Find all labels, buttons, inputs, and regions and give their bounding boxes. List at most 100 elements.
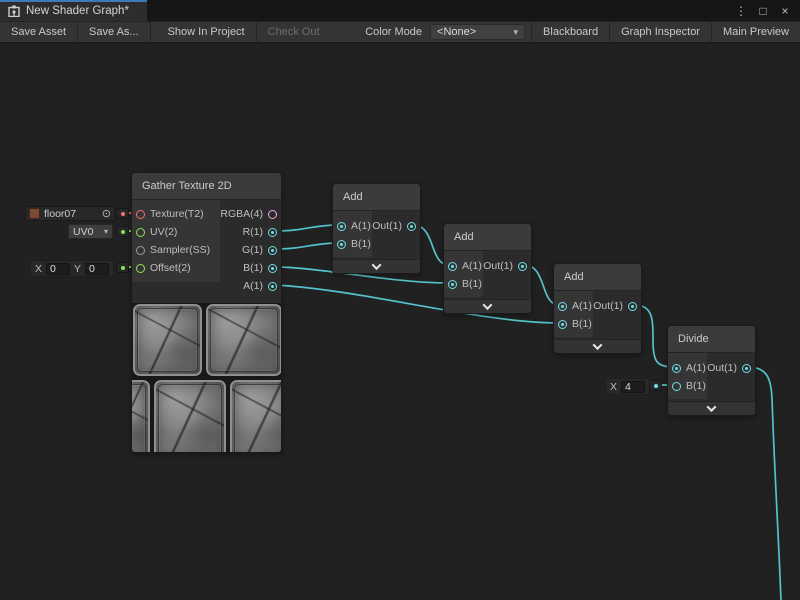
texture-preview	[132, 303, 281, 452]
show-in-project-button[interactable]: Show In Project	[157, 22, 256, 42]
uv-channel-dropdown[interactable]: UV0 ▾	[68, 224, 113, 239]
port-add2-b-in[interactable]	[448, 280, 457, 289]
port-divide-b-in[interactable]	[672, 382, 681, 391]
port-uv-in[interactable]	[136, 228, 145, 237]
port-label: G(1)	[242, 244, 263, 256]
add1-input-panel: A(1) B(1)	[333, 211, 372, 257]
active-tab-accent	[0, 0, 147, 2]
node-title[interactable]: Add	[554, 264, 641, 291]
port-label: A(1)	[572, 300, 592, 312]
tab-bar: New Shader Graph* ⋮ □ ×	[0, 0, 800, 21]
node-add-3[interactable]: Add A(1) B(1) Out(1)	[553, 263, 642, 354]
port-divide-a-in[interactable]	[672, 364, 681, 373]
port-add3-b-in[interactable]	[558, 320, 567, 329]
shader-graph-window: New Shader Graph* ⋮ □ × Save Asset Save …	[0, 0, 800, 600]
port-label: RGBA(4)	[220, 208, 263, 220]
port-label: Out(1)	[707, 362, 737, 374]
port-label: A(1)	[351, 220, 371, 232]
divide-b-x-label: X	[610, 381, 617, 393]
port-label: Out(1)	[483, 260, 513, 272]
port-add1-a-in[interactable]	[337, 222, 346, 231]
wire-g-to-add1-b[interactable]	[274, 243, 338, 249]
port-label: A(1)	[462, 260, 482, 272]
port-label: Sampler(SS)	[150, 244, 210, 256]
port-texture-in[interactable]	[136, 210, 145, 219]
dropdown-caret-icon: ▾	[104, 227, 108, 236]
graph-inspector-toggle-button[interactable]: Graph Inspector	[610, 22, 711, 42]
texture-thumbnail	[29, 208, 40, 219]
port-add1-b-in[interactable]	[337, 240, 346, 249]
port-sampler-in[interactable]	[136, 246, 145, 255]
texture-port-stub[interactable]	[116, 208, 129, 219]
node-collapse-toggle[interactable]	[444, 299, 531, 313]
node-divide[interactable]: Divide A(1) B(1) Out(1)	[667, 325, 756, 416]
port-add3-a-in[interactable]	[558, 302, 567, 311]
window-controls: ⋮ □ ×	[732, 0, 800, 21]
port-label: R(1)	[243, 226, 263, 238]
node-title[interactable]: Add	[333, 184, 420, 211]
port-add2-out[interactable]	[518, 262, 527, 271]
toolbar-spacer	[331, 22, 348, 42]
divide-b-input[interactable]: 4	[621, 381, 645, 393]
node-collapse-toggle[interactable]	[333, 259, 420, 273]
divide-input-panel: A(1) B(1)	[668, 353, 707, 399]
chevron-down-icon	[372, 260, 382, 270]
wire-r-to-add1-a[interactable]	[274, 225, 338, 231]
node-collapse-toggle[interactable]	[554, 339, 641, 353]
divide-b-value-field: X 4	[605, 378, 650, 395]
port-b-out[interactable]	[268, 264, 277, 273]
port-label: B(1)	[462, 278, 482, 290]
port-add1-out[interactable]	[407, 222, 416, 231]
chevron-down-icon	[483, 300, 493, 310]
shader-graph-icon	[8, 5, 20, 17]
save-as-button[interactable]: Save As...	[78, 22, 150, 42]
port-rgba-out[interactable]	[268, 210, 277, 219]
menu-icon[interactable]: ⋮	[732, 4, 750, 18]
node-gather-texture-2d[interactable]: Gather Texture 2D Texture(T2) UV(2) Samp…	[131, 172, 282, 453]
add2-input-panel: A(1) B(1)	[444, 251, 483, 297]
add3-input-panel: A(1) B(1)	[554, 291, 593, 337]
texture-object-field[interactable]: floor07 ⊙	[25, 206, 115, 221]
check-out-button: Check Out	[257, 22, 331, 42]
offset-y-input[interactable]: 0	[85, 263, 109, 275]
tab-title: New Shader Graph*	[26, 5, 129, 17]
node-title[interactable]: Gather Texture 2D	[132, 173, 281, 200]
graph-canvas[interactable]: Gather Texture 2D Texture(T2) UV(2) Samp…	[0, 43, 800, 600]
object-picker-icon[interactable]: ⊙	[102, 207, 111, 220]
node-add-2[interactable]: Add A(1) B(1) Out(1)	[443, 223, 532, 314]
node-title[interactable]: Add	[444, 224, 531, 251]
node-add-1[interactable]: Add A(1) B(1) Out(1)	[332, 183, 421, 274]
main-preview-toggle-button[interactable]: Main Preview	[712, 22, 800, 42]
offset-vector2-field: X 0 Y 0	[30, 260, 114, 277]
tab-new-shader-graph[interactable]: New Shader Graph*	[0, 0, 147, 21]
color-mode-label: Color Mode	[347, 22, 430, 42]
close-icon[interactable]: ×	[776, 4, 794, 18]
port-label: Out(1)	[372, 220, 402, 232]
port-label: A(1)	[686, 362, 706, 374]
port-label: Texture(T2)	[150, 208, 204, 220]
port-add2-a-in[interactable]	[448, 262, 457, 271]
port-add3-out[interactable]	[628, 302, 637, 311]
offset-x-label: X	[35, 263, 42, 275]
divide-b-port-stub[interactable]	[649, 380, 662, 391]
maximize-icon[interactable]: □	[754, 4, 772, 18]
color-mode-dropdown[interactable]: <None> ▾	[430, 24, 525, 40]
port-offset-in[interactable]	[136, 264, 145, 273]
node-collapse-toggle[interactable]	[668, 401, 755, 415]
offset-port-stub[interactable]	[116, 262, 129, 273]
save-asset-button[interactable]: Save Asset	[0, 22, 77, 42]
uv-port-stub[interactable]	[116, 226, 129, 237]
blackboard-toggle-button[interactable]: Blackboard	[532, 22, 609, 42]
port-r-out[interactable]	[268, 228, 277, 237]
offset-y-label: Y	[74, 263, 81, 275]
port-g-out[interactable]	[268, 246, 277, 255]
uv-channel-value: UV0	[73, 226, 93, 238]
port-a-out[interactable]	[268, 282, 277, 291]
port-label: B(1)	[686, 380, 706, 392]
port-divide-out[interactable]	[742, 364, 751, 373]
node-title[interactable]: Divide	[668, 326, 755, 353]
gather-input-panel: Texture(T2) UV(2) Sampler(SS) Offset(2)	[132, 200, 220, 282]
port-label: A(1)	[243, 280, 263, 292]
offset-x-input[interactable]: 0	[46, 263, 70, 275]
texture-name: floor07	[44, 208, 98, 220]
